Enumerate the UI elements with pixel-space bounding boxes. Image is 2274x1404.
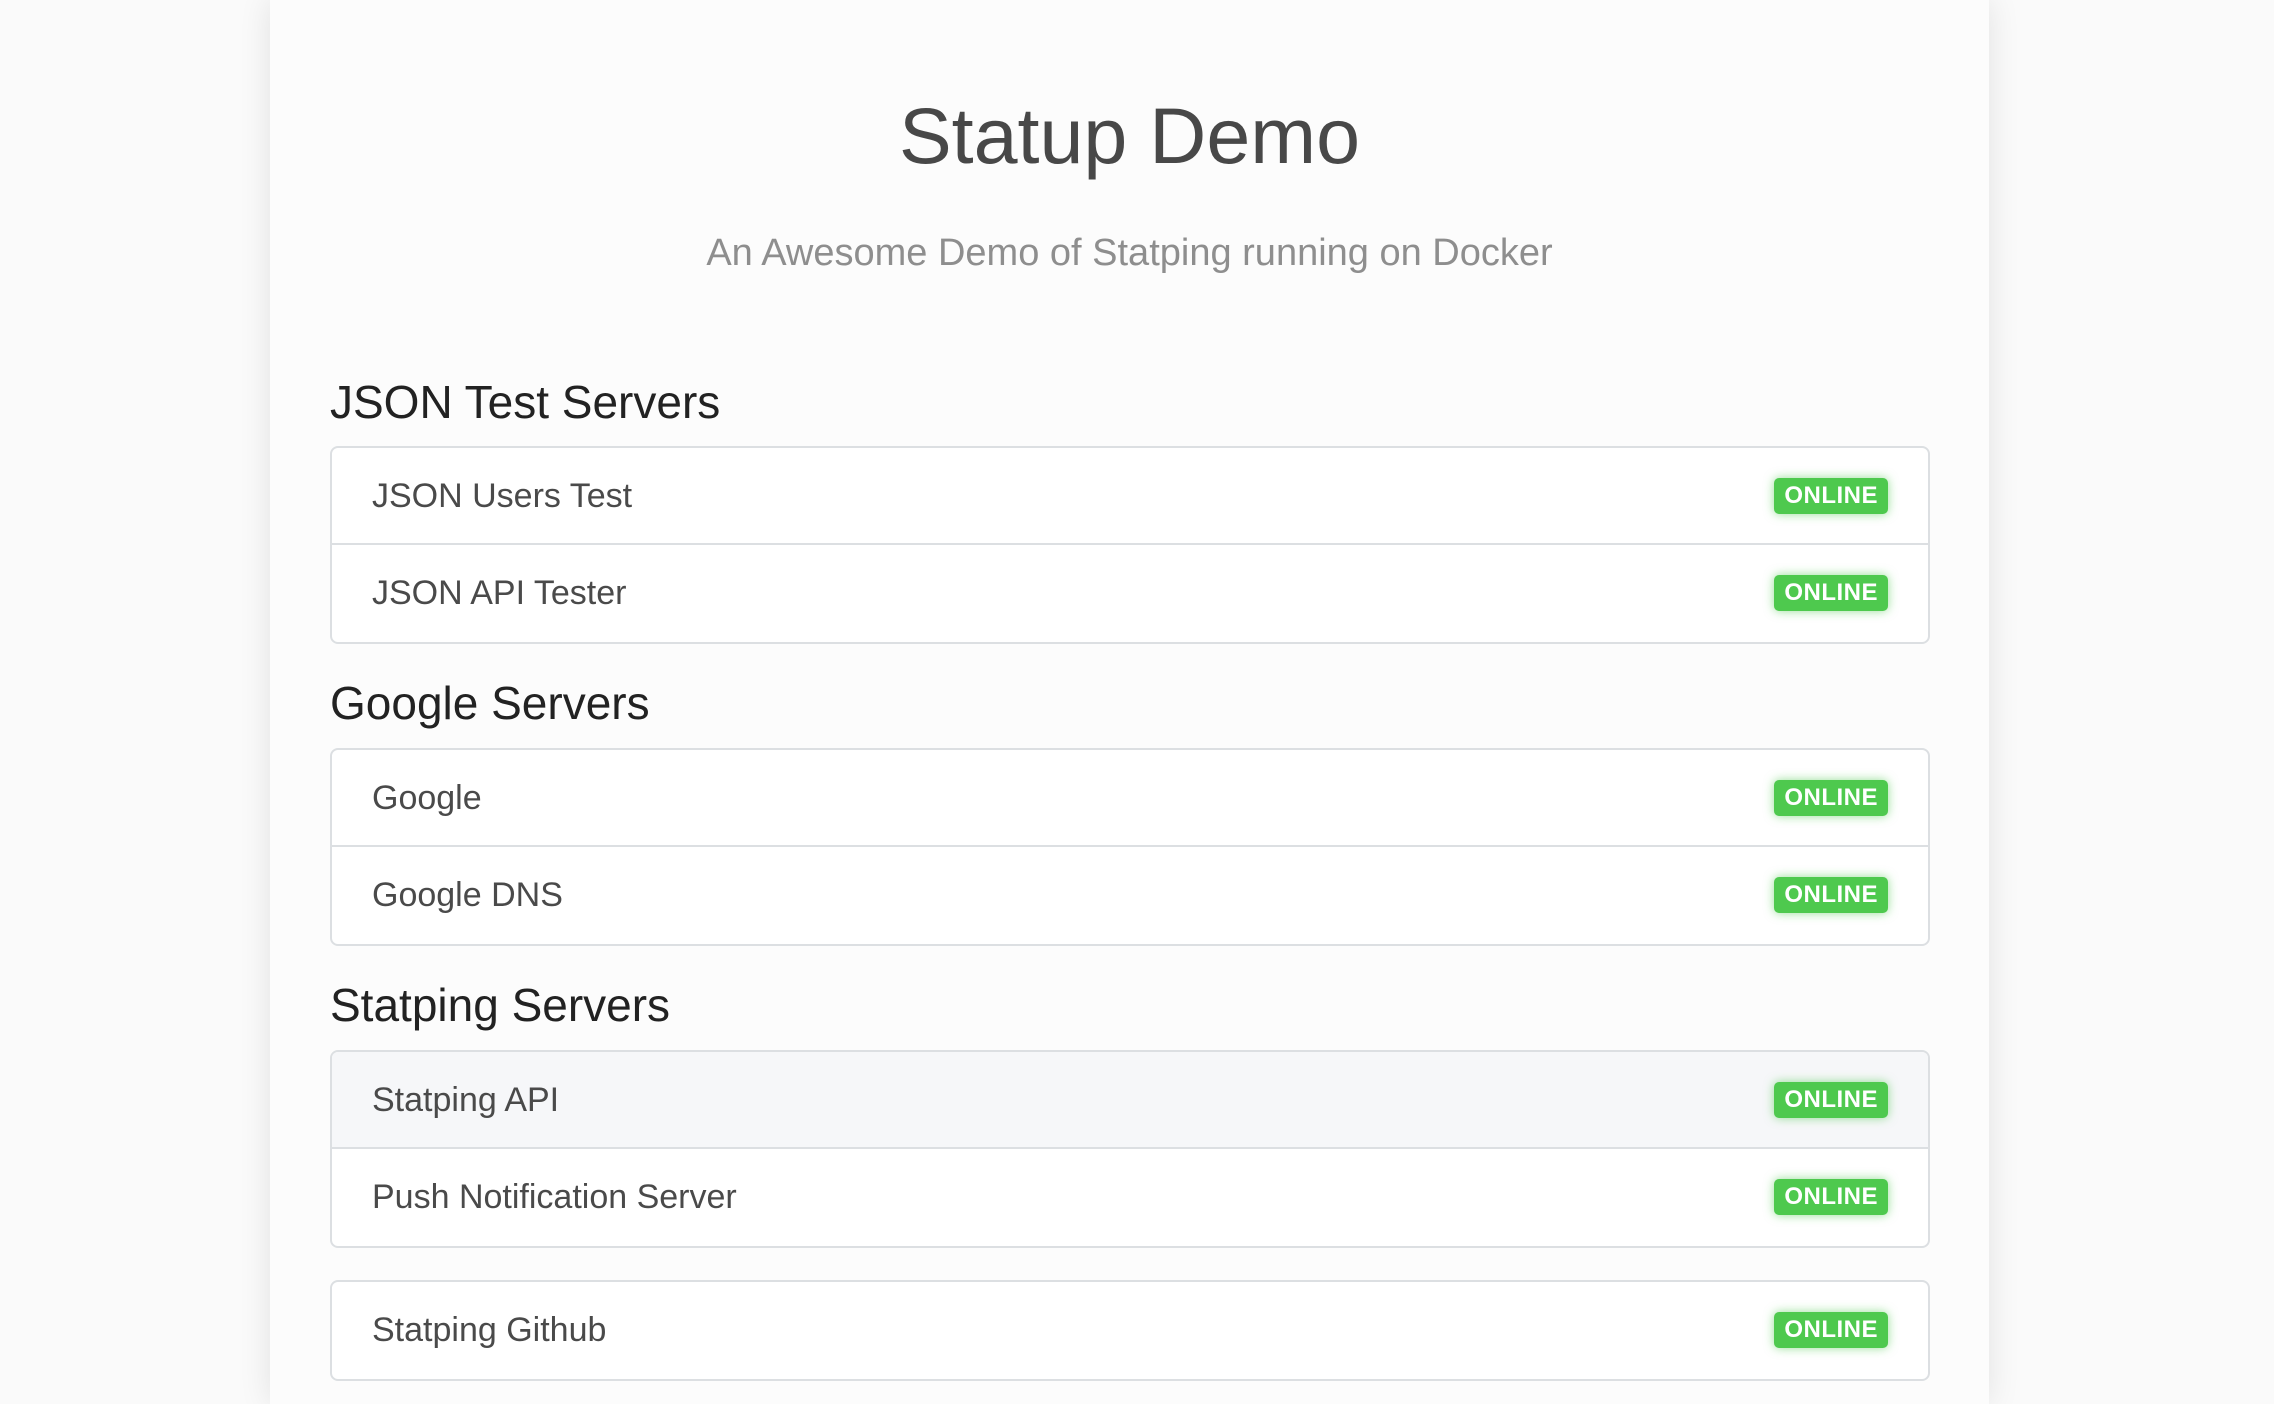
service-row-google-dns[interactable]: Google DNS ONLINE [332, 847, 1928, 944]
status-badge: ONLINE [1774, 478, 1888, 514]
service-list-ungrouped: Statping Github ONLINE [330, 1280, 1930, 1381]
status-badge: ONLINE [1774, 877, 1888, 913]
service-row-json-users-test[interactable]: JSON Users Test ONLINE [332, 448, 1928, 545]
status-badge: ONLINE [1774, 575, 1888, 611]
service-row-json-api-tester[interactable]: JSON API Tester ONLINE [332, 545, 1928, 642]
status-badge: ONLINE [1774, 1082, 1888, 1118]
service-row-google[interactable]: Google ONLINE [332, 750, 1928, 847]
service-row-statping-api[interactable]: Statping API ONLINE [332, 1052, 1928, 1149]
page-subtitle: An Awesome Demo of Statping running on D… [706, 232, 1553, 274]
group-title-json-test-servers: JSON Test Servers [330, 376, 721, 428]
service-name: Google [372, 779, 482, 817]
service-list-json-test-servers: JSON Users Test ONLINE JSON API Tester O… [330, 446, 1930, 644]
page-title: Statup Demo [898, 91, 1361, 180]
status-badge: ONLINE [1774, 1179, 1888, 1215]
service-name: JSON API Tester [372, 574, 627, 612]
service-name: JSON Users Test [372, 477, 633, 515]
group-title-google-servers: Google Servers [330, 677, 650, 729]
service-list-statping-servers: Statping API ONLINE Push Notification Se… [330, 1050, 1930, 1248]
service-row-push-notification-server[interactable]: Push Notification Server ONLINE [332, 1149, 1928, 1246]
page-container: Statup Demo An Awesome Demo of Statping … [270, 0, 1989, 1404]
service-name: Statping API [372, 1081, 560, 1119]
service-name: Push Notification Server [372, 1178, 737, 1216]
status-badge: ONLINE [1774, 1312, 1888, 1348]
service-name: Statping Github [372, 1311, 607, 1349]
service-list-google-servers: Google ONLINE Google DNS ONLINE [330, 748, 1930, 946]
service-name: Google DNS [372, 876, 563, 914]
service-row-statping-github[interactable]: Statping Github ONLINE [332, 1282, 1928, 1379]
status-badge: ONLINE [1774, 780, 1888, 816]
group-title-statping-servers: Statping Servers [330, 979, 671, 1031]
